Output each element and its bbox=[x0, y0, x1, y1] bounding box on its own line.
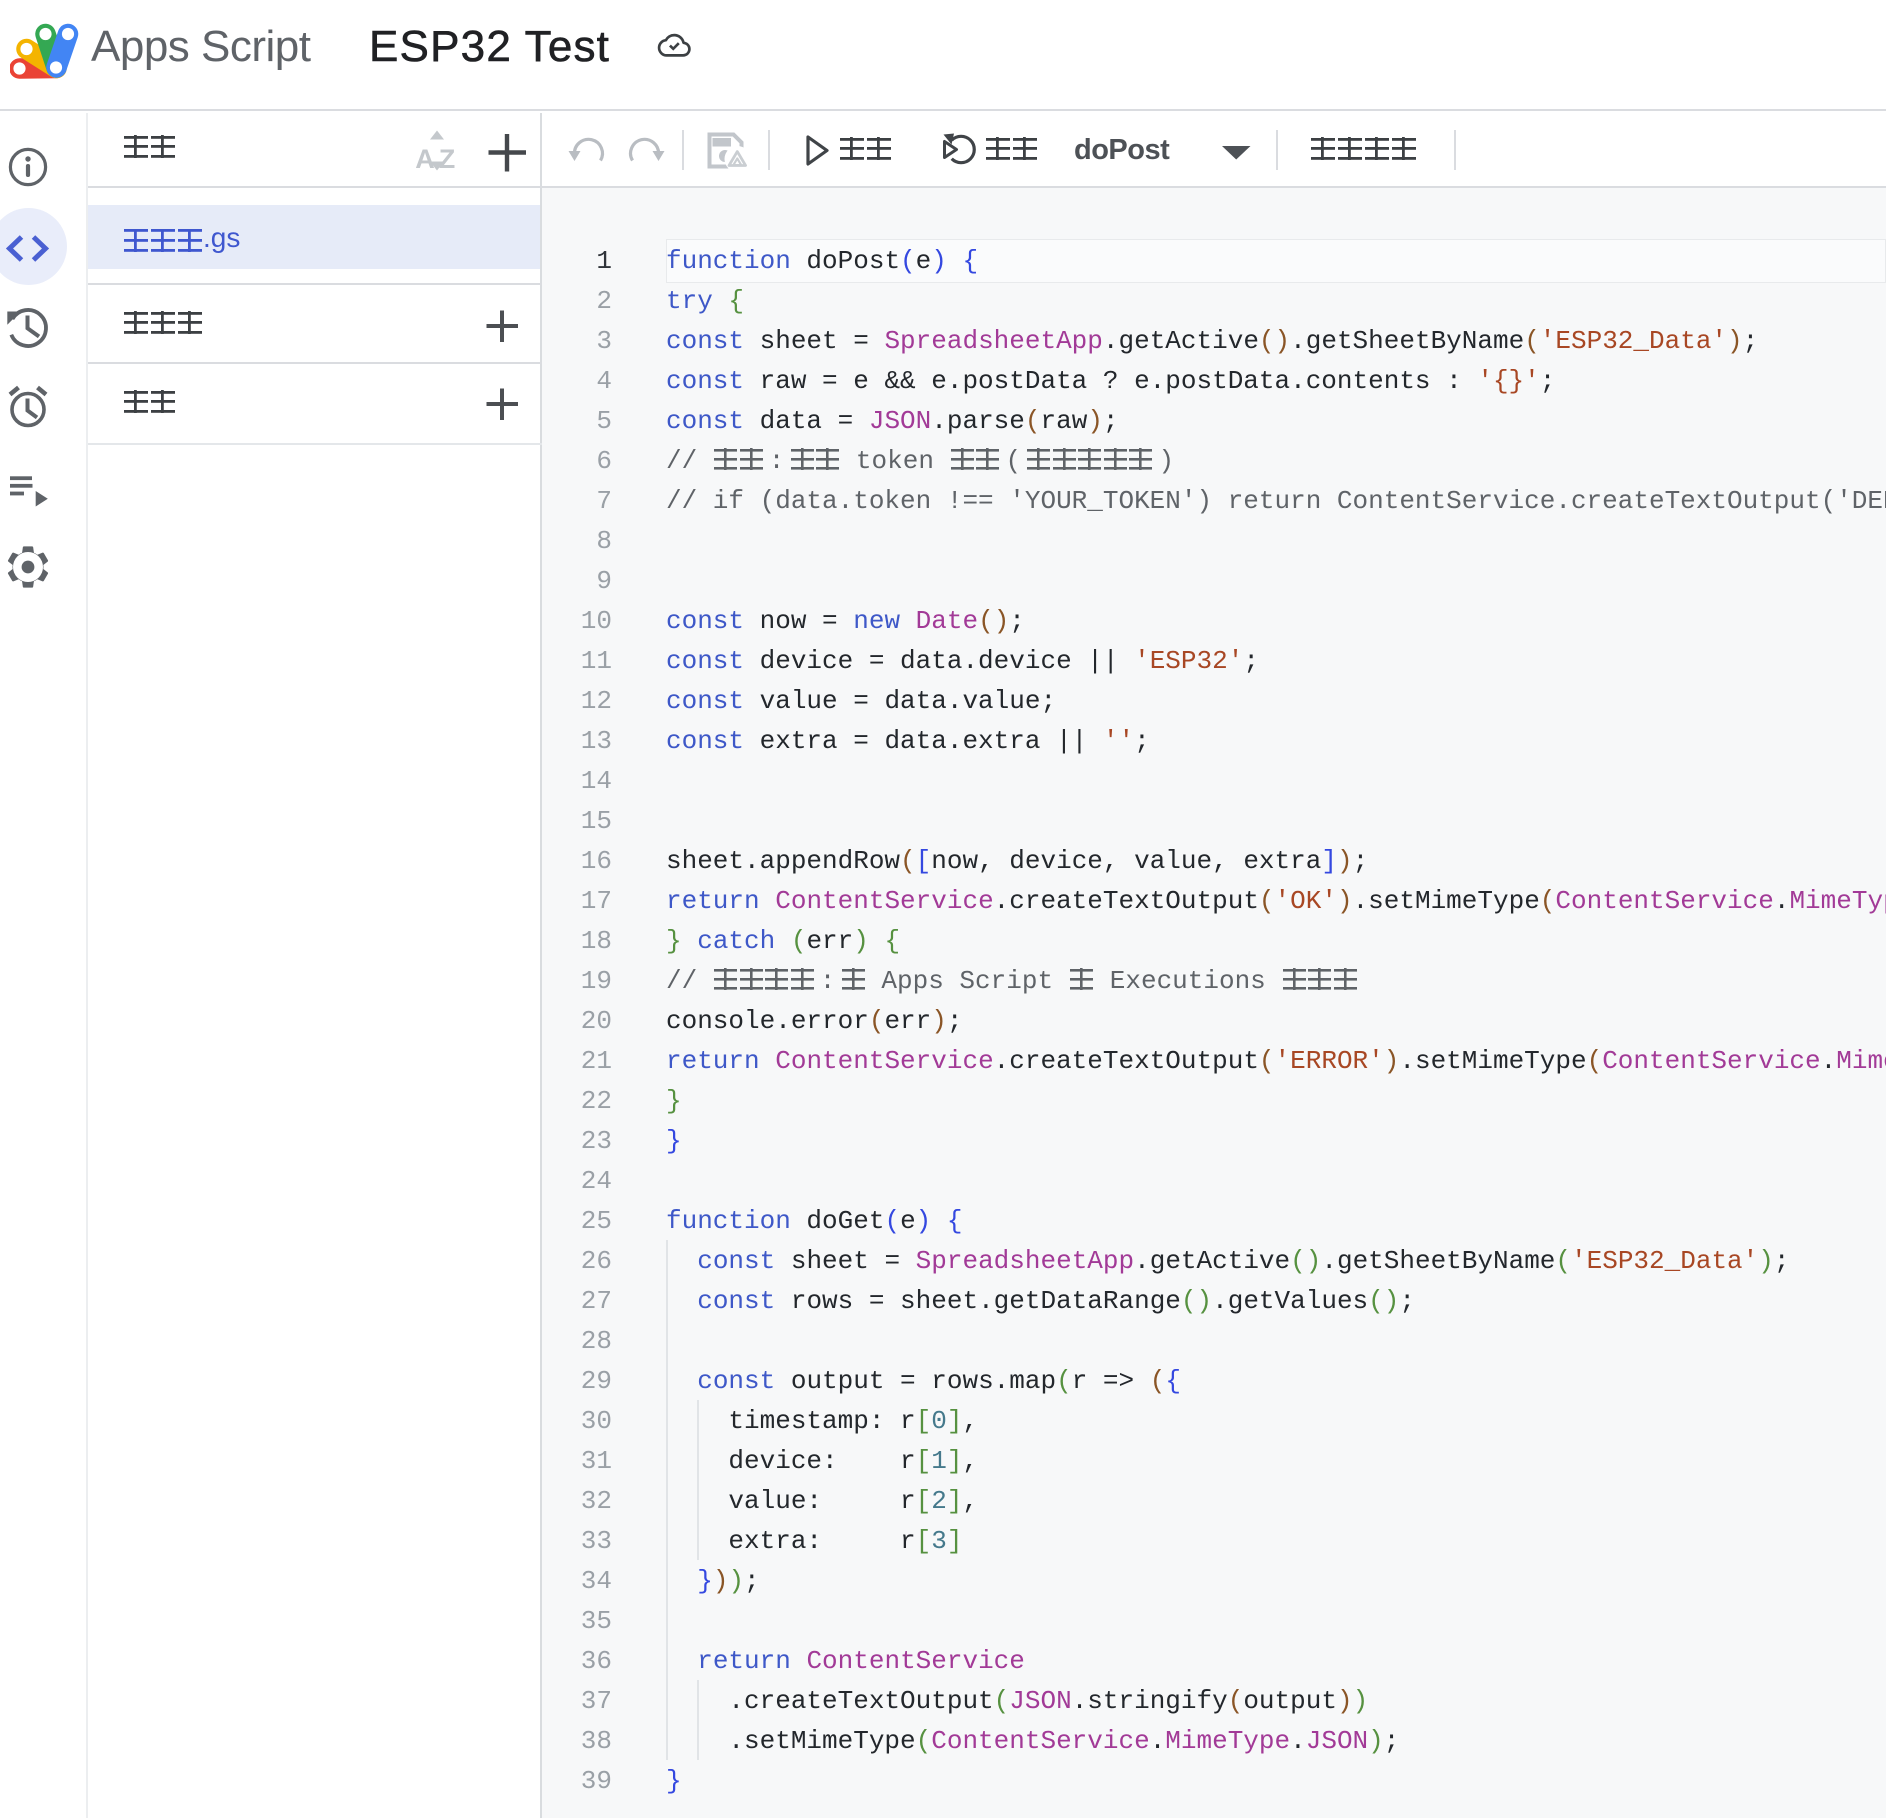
svg-text:A: A bbox=[415, 144, 435, 174]
svg-text:Z: Z bbox=[439, 144, 456, 174]
